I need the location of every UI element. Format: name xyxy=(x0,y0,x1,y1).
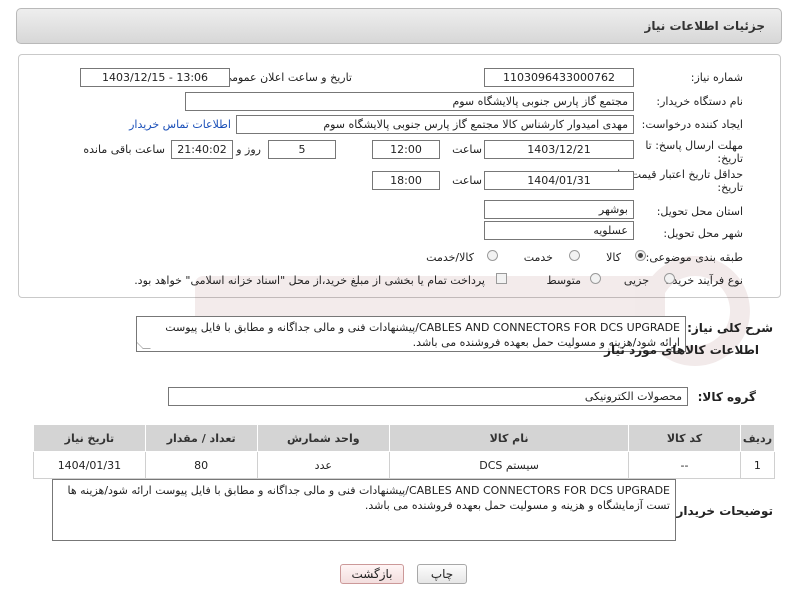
category-radio-goods-service[interactable] xyxy=(487,250,498,261)
category-label: طبقه بندی موضوعی: xyxy=(645,251,743,264)
buyer-org-field: مجتمع گاز پارس جنوبی پالایشگاه سوم xyxy=(185,92,634,111)
goods-info-title: اطلاعات کالاهای مورد نیاز xyxy=(604,343,759,357)
creator-field: مهدی امیدوار کارشناس کالا مجتمع گاز پارس… xyxy=(236,115,634,134)
description-label: شرح کلی نیاز: xyxy=(687,321,773,335)
city-label: شهر محل تحویل: xyxy=(663,227,743,240)
cell-row-number: 1 xyxy=(739,451,776,479)
buyer-notes-textarea[interactable]: CABLES AND CONNECTORS FOR DCS UPGRADE/پی… xyxy=(52,479,676,541)
buyer-notes-text: CABLES AND CONNECTORS FOR DCS UPGRADE/پی… xyxy=(67,484,670,512)
col-quantity: تعداد / مقدار xyxy=(144,424,258,452)
cell-need-date: 1404/01/31 xyxy=(33,451,146,479)
buyer-contact-link[interactable]: اطلاعات تماس خریدار xyxy=(129,118,231,131)
resize-handle-icon[interactable] xyxy=(137,341,151,349)
validity-date-field: 1404/01/31 xyxy=(484,171,634,190)
col-row-number: ردیف xyxy=(739,424,776,452)
province-label: استان محل تحویل: xyxy=(656,205,743,218)
page-title: جزئیات اطلاعات نیاز xyxy=(644,19,765,33)
cell-item-code: -- xyxy=(628,451,741,479)
deadline-time-label: ساعت xyxy=(452,143,482,156)
process-option-medium: متوسط xyxy=(546,274,581,287)
remaining-time-field: 21:40:02 xyxy=(171,140,233,159)
description-text: CABLES AND CONNECTORS FOR DCS UPGRADE/پی… xyxy=(165,321,680,349)
cell-item-name: سیستم DCS xyxy=(389,451,630,479)
deadline-label: مهلت ارسال پاسخ: تا xyxy=(645,139,743,152)
goods-group-field: محصولات الکترونیکی xyxy=(168,387,688,406)
process-type-label: نوع فرآیند خرید : xyxy=(665,274,743,287)
category-radio-service[interactable] xyxy=(569,250,580,261)
col-item-code: کد کالا xyxy=(628,424,741,452)
col-unit: واحد شمارش xyxy=(256,424,391,452)
page-header: جزئیات اطلاعات نیاز xyxy=(16,8,782,44)
need-number-label: شماره نیاز: xyxy=(690,71,743,84)
category-radio-goods[interactable] xyxy=(635,250,646,261)
days-remaining-field: 5 xyxy=(268,140,336,159)
print-button[interactable]: چاپ xyxy=(417,564,467,584)
treasury-payment-note: پرداخت تمام یا بخشی از مبلغ خرید،از محل … xyxy=(134,274,485,287)
buyer-notes-label: توضیحات خریدار: xyxy=(671,504,773,518)
goods-group-label: گروه کالا: xyxy=(697,390,756,404)
days-label: روز و xyxy=(236,143,261,156)
deadline-date-field: 1403/12/21 xyxy=(484,140,634,159)
goods-table: ردیف کد کالا نام کالا واحد شمارش تعداد /… xyxy=(33,424,776,479)
need-number-field: 1103096433000762 xyxy=(484,68,634,87)
announce-date-field: 1403/12/15 - 13:06 xyxy=(80,68,230,87)
province-field: بوشهر xyxy=(484,200,634,219)
back-button[interactable]: بازگشت xyxy=(340,564,404,584)
validity-time-field: 18:00 xyxy=(372,171,440,190)
category-option-goods: کالا xyxy=(606,251,621,264)
city-field: عسلویه xyxy=(484,221,634,240)
deadline-time-field: 12:00 xyxy=(372,140,440,159)
buyer-org-label: نام دستگاه خریدار: xyxy=(656,95,743,108)
process-radio-medium[interactable] xyxy=(590,273,601,284)
validity-date-label: تاریخ: xyxy=(717,181,743,194)
goods-table-header: ردیف کد کالا نام کالا واحد شمارش تعداد /… xyxy=(33,424,776,452)
validity-time-label: ساعت xyxy=(452,174,482,187)
announce-date-label: تاریخ و ساعت اعلان عمومی: xyxy=(219,71,352,84)
validity-label: حداقل تاریخ اعتبار قیمت: تا xyxy=(617,168,743,181)
remaining-time-label: ساعت باقی مانده xyxy=(83,143,165,156)
category-option-service: خدمت xyxy=(523,251,553,264)
cell-quantity: 80 xyxy=(144,451,258,479)
cell-unit: عدد xyxy=(256,451,391,479)
creator-label: ایجاد کننده درخواست: xyxy=(641,118,743,131)
category-option-goods-service: کالا/خدمت xyxy=(426,251,474,264)
col-item-name: نام کالا xyxy=(389,424,630,452)
process-option-minor: جزیی xyxy=(623,274,649,287)
treasury-payment-checkbox[interactable] xyxy=(496,273,507,284)
table-row: 1 -- سیستم DCS عدد 80 1404/01/31 xyxy=(33,451,776,479)
col-need-date: تاریخ نیاز xyxy=(33,424,146,452)
deadline-date-label: تاریخ: xyxy=(717,152,743,165)
process-radio-minor[interactable] xyxy=(664,273,675,284)
